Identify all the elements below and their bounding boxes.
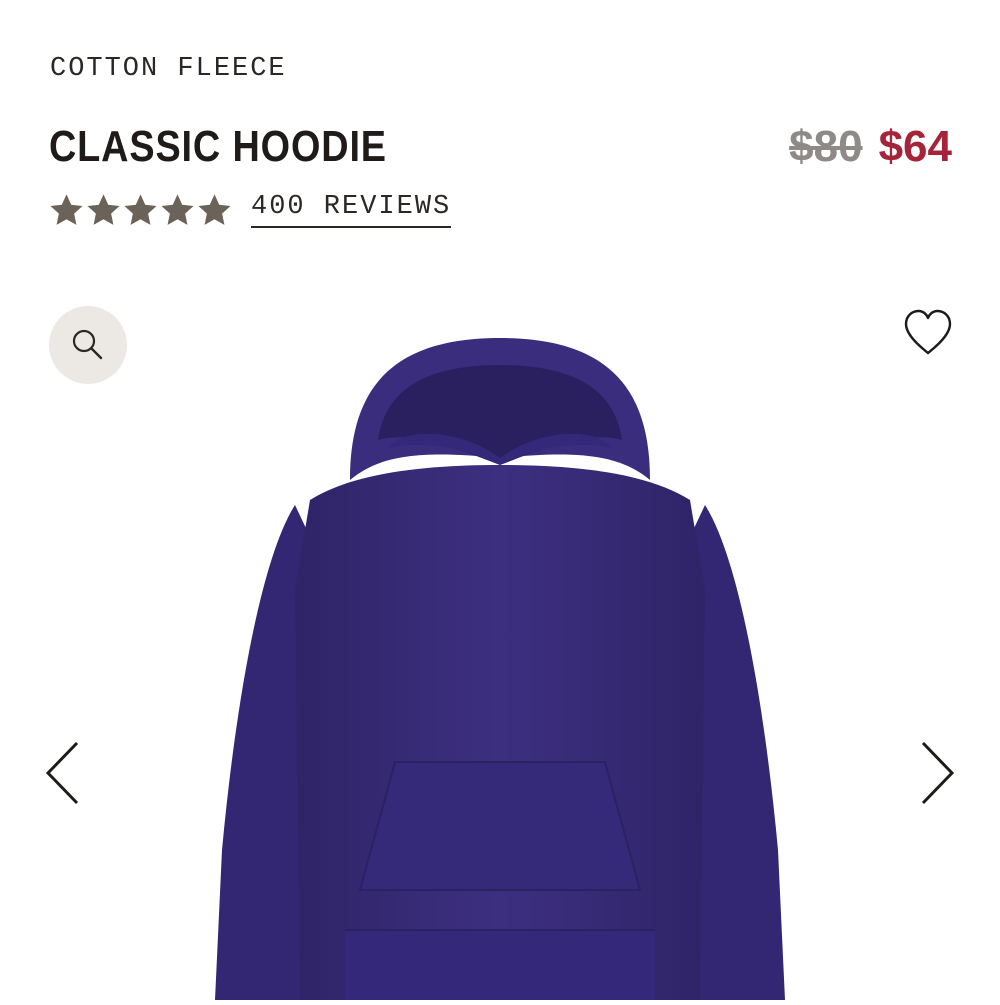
product-category: COTTON FLEECE [50, 54, 287, 84]
product-title: CLASSIC HOODIE [49, 122, 387, 171]
search-icon [72, 329, 103, 360]
heart-icon [904, 309, 952, 355]
price-block: $80 $64 [789, 122, 952, 172]
star-icon [50, 193, 83, 227]
star-icon [161, 193, 194, 227]
next-image-button[interactable] [918, 738, 958, 808]
chevron-right-icon [921, 741, 955, 805]
rating-summary: 400 REVIEWS [50, 192, 452, 228]
product-image [200, 330, 800, 1000]
previous-image-button[interactable] [42, 738, 82, 808]
star-icon [87, 193, 120, 227]
sale-price: $64 [878, 122, 952, 171]
star-icon [124, 193, 157, 227]
chevron-left-icon [45, 741, 79, 805]
zoom-button[interactable] [49, 306, 127, 384]
reviews-link[interactable]: 400 REVIEWS [251, 192, 452, 228]
star-icon [198, 193, 231, 227]
star-rating [50, 193, 231, 227]
wishlist-button[interactable] [900, 305, 956, 361]
original-price: $80 [789, 122, 863, 171]
